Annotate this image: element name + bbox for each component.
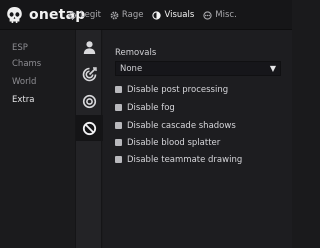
- nav-rage-label: Rage: [121, 10, 144, 20]
- option-label: Disable blood splatter: [127, 137, 221, 148]
- half-circle-icon: [152, 10, 162, 20]
- user-icon: [83, 40, 96, 54]
- removals-label: Removals: [115, 48, 157, 58]
- settings-panel: Removals None ▼ Disable post processing …: [103, 30, 292, 248]
- sidebar-item-world[interactable]: World: [12, 77, 36, 87]
- nav-visuals-label: Visuals: [164, 10, 195, 20]
- rail-user-button[interactable]: [76, 34, 103, 60]
- category-sidebar: ESP Chams World Extra: [0, 30, 75, 248]
- sidebar-item-esp[interactable]: ESP: [12, 43, 28, 53]
- nav-misc-label: Misc.: [215, 10, 237, 20]
- option-label: Disable cascade shadows: [127, 120, 236, 131]
- block-icon: [82, 121, 97, 135]
- app-window: onetap Legit Rage Visuals Misc. ESP Cham…: [0, 0, 292, 248]
- checkbox[interactable]: [115, 139, 122, 146]
- option-disable-cascade-shadows[interactable]: Disable cascade shadows: [115, 120, 236, 131]
- nav-visuals[interactable]: Visuals: [152, 10, 194, 20]
- option-disable-teammate-drawing[interactable]: Disable teammate drawing: [115, 154, 242, 165]
- checkbox[interactable]: [115, 104, 122, 111]
- removals-dropdown-value: None: [120, 64, 143, 74]
- icon-rail: [75, 30, 103, 248]
- sidebar-item-extra[interactable]: Extra: [12, 95, 34, 105]
- option-disable-post-processing[interactable]: Disable post processing: [115, 84, 228, 95]
- circle-target-icon: [82, 94, 97, 108]
- option-label: Disable fog: [127, 102, 175, 113]
- top-bar: onetap Legit Rage Visuals Misc.: [0, 0, 292, 30]
- option-disable-blood-splatter[interactable]: Disable blood splatter: [115, 137, 220, 148]
- nav-misc[interactable]: Misc.: [203, 10, 237, 20]
- removals-dropdown[interactable]: None ▼: [115, 61, 281, 76]
- checkbox[interactable]: [115, 156, 122, 163]
- rail-target-button[interactable]: [76, 61, 103, 87]
- checkbox[interactable]: [115, 122, 122, 129]
- rail-block-button[interactable]: [76, 115, 103, 141]
- rail-circle-target-button[interactable]: [76, 88, 103, 114]
- dots-icon: [203, 10, 212, 20]
- option-label: Disable teammate drawing: [127, 154, 243, 165]
- main-nav: Legit Rage Visuals Misc.: [68, 8, 246, 22]
- nav-legit[interactable]: Legit: [68, 10, 101, 20]
- skull-logo-icon: [7, 7, 22, 23]
- target-icon: [82, 66, 97, 81]
- checkbox[interactable]: [115, 86, 122, 93]
- crosshair-icon: [68, 10, 77, 20]
- sidebar-item-chams[interactable]: Chams: [12, 59, 41, 69]
- gear-icon: [110, 11, 119, 19]
- chevron-down-icon: ▼: [269, 64, 276, 73]
- nav-rage[interactable]: Rage: [110, 10, 144, 20]
- option-disable-fog[interactable]: Disable fog: [115, 102, 175, 113]
- nav-legit-label: Legit: [80, 10, 101, 20]
- option-label: Disable post processing: [127, 84, 229, 95]
